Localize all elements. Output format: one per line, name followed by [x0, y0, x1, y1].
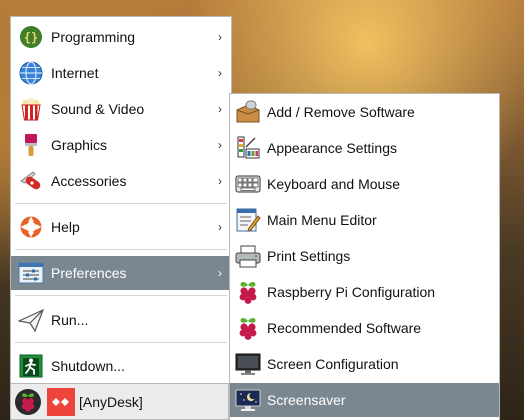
menu-item-label: Recommended Software [267, 320, 422, 336]
start-menu-button[interactable] [11, 385, 45, 419]
submenu-arrow-icon: › [218, 66, 222, 80]
menu-item-label: Graphics [51, 137, 108, 153]
menu-item-label: Internet [51, 65, 99, 81]
menu-item-label: Help [51, 219, 80, 235]
menu-item-internet[interactable]: Internet › [11, 56, 231, 90]
paintbrush-icon [18, 132, 44, 158]
menu-item-help[interactable]: Help › [11, 210, 231, 244]
menu-item-label: Main Menu Editor [267, 212, 377, 228]
menu-item-raspberry-pi-configuration[interactable]: Raspberry Pi Configuration [230, 275, 499, 309]
menu-item-run[interactable]: Run... [11, 303, 231, 337]
main-menu: {} Programming › Internet › Sound & Vide… [10, 16, 232, 384]
taskbar: [AnyDesk] [10, 384, 229, 420]
menu-item-print-settings[interactable]: Print Settings [230, 239, 499, 273]
menu-item-preferences[interactable]: Preferences › [11, 256, 231, 290]
lifebuoy-icon [18, 214, 44, 240]
paper-plane-icon [18, 307, 44, 333]
menu-separator [15, 203, 227, 204]
menu-item-label: Accessories [51, 173, 127, 189]
menu-item-accessories[interactable]: Accessories › [11, 164, 231, 198]
submenu-arrow-icon: › [218, 174, 222, 188]
raspberry-icon [235, 315, 261, 341]
menu-item-label: Programming [51, 29, 136, 45]
preferences-submenu: Add / Remove Software Appearance Setting… [229, 93, 500, 420]
menu-item-screensaver[interactable]: Screensaver [230, 383, 499, 417]
taskbar-app-label: [AnyDesk] [79, 393, 143, 410]
submenu-arrow-icon: › [218, 220, 222, 234]
package-icon [235, 99, 261, 125]
keyboard-icon [235, 171, 261, 197]
menu-item-appearance-settings[interactable]: Appearance Settings [230, 131, 499, 165]
taskbar-app-anydesk[interactable]: [AnyDesk] [45, 387, 149, 417]
menu-item-add-remove-software[interactable]: Add / Remove Software [230, 95, 499, 129]
pocketknife-icon [18, 168, 44, 194]
anydesk-icon [47, 387, 75, 416]
appearance-icon [235, 135, 261, 161]
menu-separator [15, 295, 227, 296]
submenu-arrow-icon: › [218, 266, 222, 280]
submenu-arrow-icon: › [218, 30, 222, 44]
programming-icon: {} [18, 24, 44, 50]
submenu-arrow-icon: › [218, 102, 222, 116]
menu-item-label: Add / Remove Software [267, 104, 415, 120]
menu-item-label: Screen Configuration [267, 356, 399, 372]
menu-item-label: Preferences [51, 265, 127, 281]
monitor-icon [235, 351, 261, 377]
menu-item-label: Appearance Settings [267, 140, 397, 156]
menu-item-shutdown[interactable]: Shutdown... [11, 349, 231, 383]
menu-item-graphics[interactable]: Graphics › [11, 128, 231, 162]
menu-item-label: Print Settings [267, 248, 351, 264]
menu-item-label: Keyboard and Mouse [267, 176, 401, 192]
menu-editor-icon [235, 207, 261, 233]
printer-icon [235, 243, 261, 269]
menu-item-programming[interactable]: {} Programming › [11, 20, 231, 54]
menu-item-label: Raspberry Pi Configuration [267, 284, 436, 300]
internet-globe-icon [18, 60, 44, 86]
popcorn-icon [18, 96, 44, 122]
menu-separator [15, 342, 227, 343]
svg-text:{}: {} [24, 31, 38, 45]
raspberry-icon [235, 279, 261, 305]
menu-item-recommended-software[interactable]: Recommended Software [230, 311, 499, 345]
menu-item-main-menu-editor[interactable]: Main Menu Editor [230, 203, 499, 237]
menu-separator [15, 249, 227, 250]
submenu-arrow-icon: › [218, 138, 222, 152]
menu-item-keyboard-and-mouse[interactable]: Keyboard and Mouse [230, 167, 499, 201]
menu-item-sound-video[interactable]: Sound & Video › [11, 92, 231, 126]
screensaver-icon [235, 387, 261, 413]
menu-item-label: Run... [51, 312, 89, 328]
exit-icon [18, 353, 44, 379]
menu-item-screen-configuration[interactable]: Screen Configuration [230, 347, 499, 381]
menu-item-label: Shutdown... [51, 358, 125, 374]
raspberry-icon [15, 388, 41, 415]
preferences-icon [18, 260, 44, 286]
menu-item-label: Sound & Video [51, 101, 145, 117]
menu-item-label: Screensaver [267, 392, 346, 408]
